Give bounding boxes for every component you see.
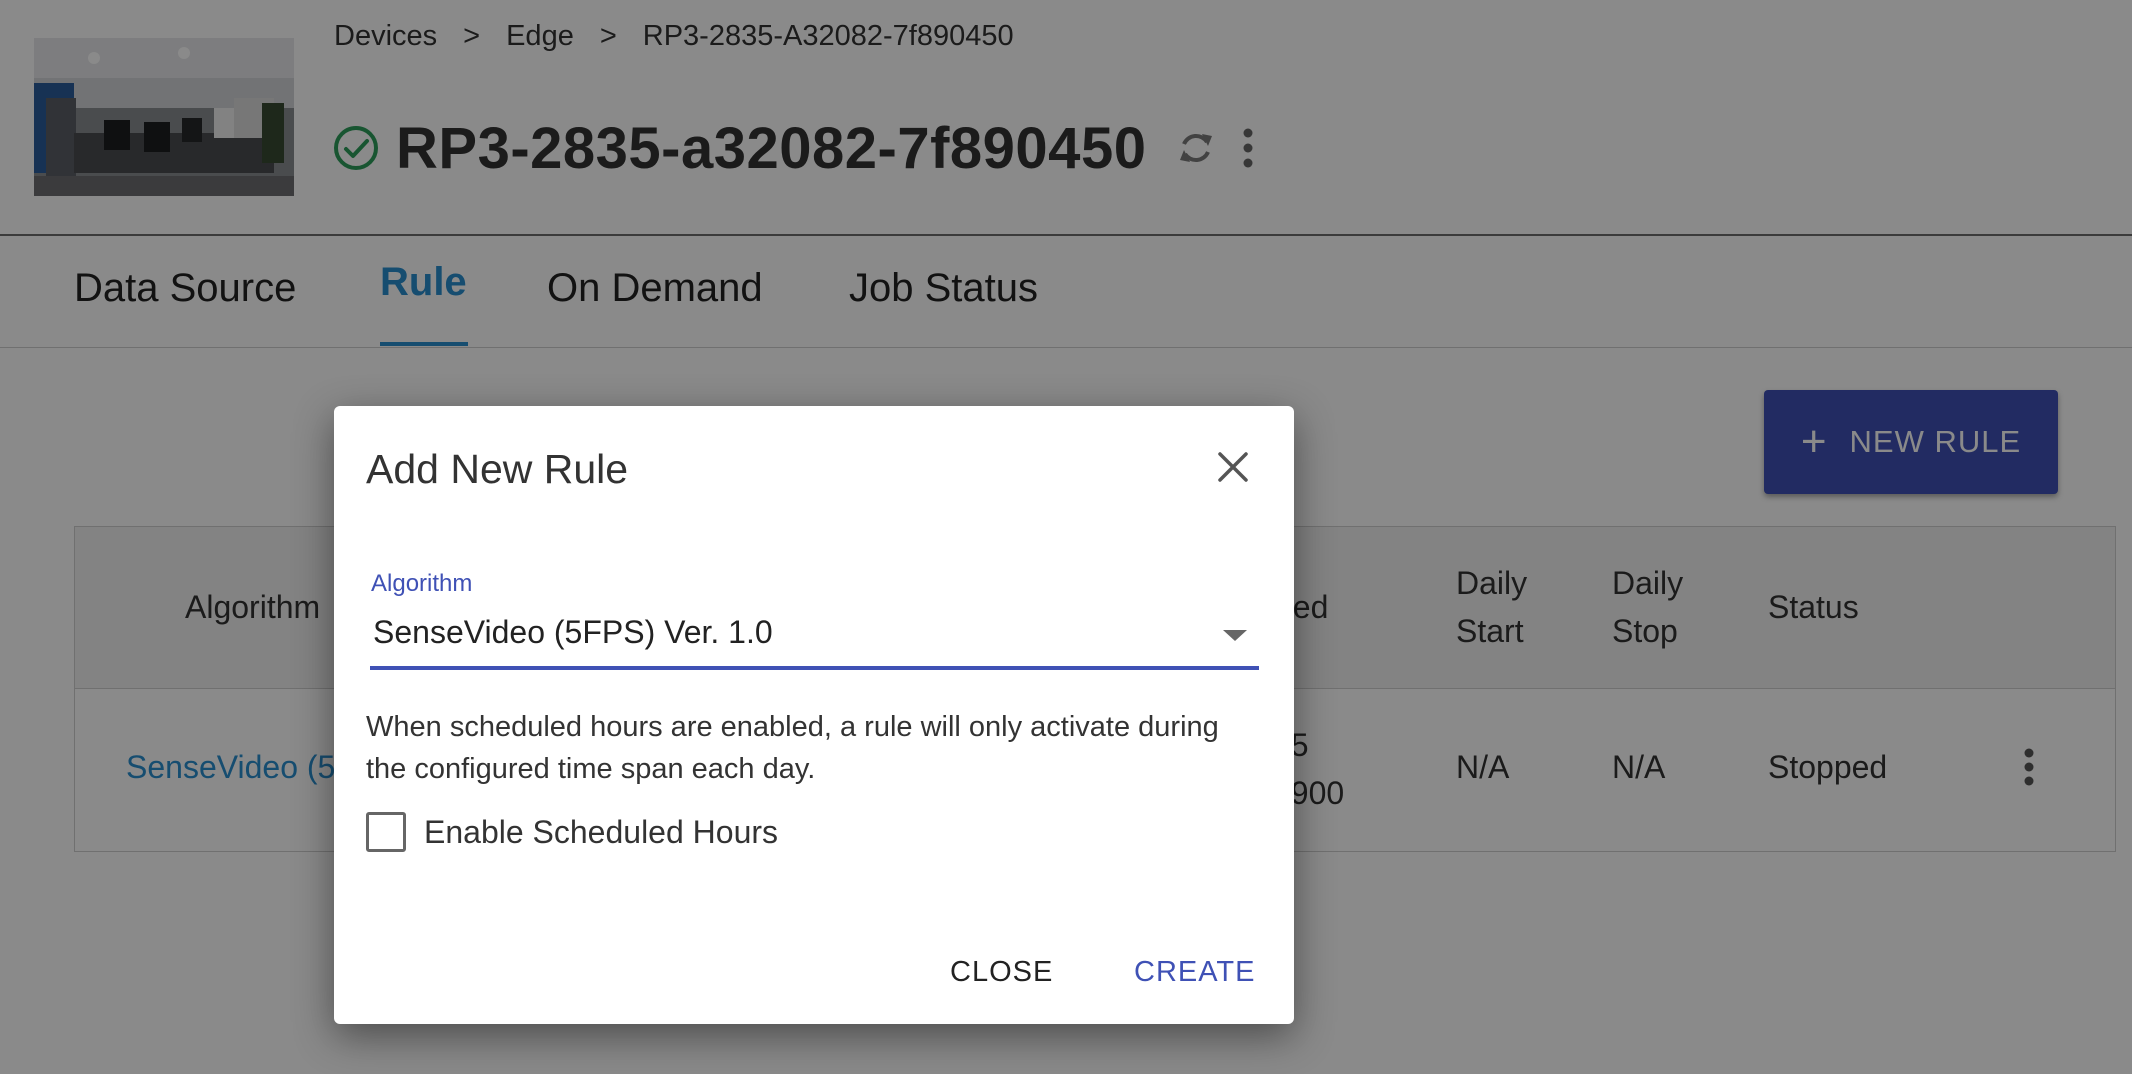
enable-scheduled-hours-checkbox[interactable] xyxy=(366,812,406,852)
close-icon[interactable] xyxy=(1218,452,1248,482)
algorithm-select-value: SenseVideo (5FPS) Ver. 1.0 xyxy=(373,614,773,650)
chevron-down-icon xyxy=(1223,630,1247,641)
close-button[interactable]: CLOSE xyxy=(950,956,1053,989)
create-button[interactable]: CREATE xyxy=(1134,956,1255,989)
algorithm-select[interactable]: SenseVideo (5FPS) Ver. 1.0 xyxy=(370,606,1259,670)
enable-scheduled-hours-label[interactable]: Enable Scheduled Hours xyxy=(424,812,778,852)
algorithm-field-label: Algorithm xyxy=(371,570,473,597)
device-rule-page: Devices > Edge > RP3-2835-A32082-7f890450 RP… xyxy=(0,0,2132,1074)
scheduled-hours-help-text: When scheduled hours are enabled, a rule… xyxy=(366,711,1219,785)
add-rule-dialog: Add New Rule Algorithm SenseVideo (5FPS)… xyxy=(334,406,1294,1024)
dialog-title: Add New Rule xyxy=(366,446,629,492)
